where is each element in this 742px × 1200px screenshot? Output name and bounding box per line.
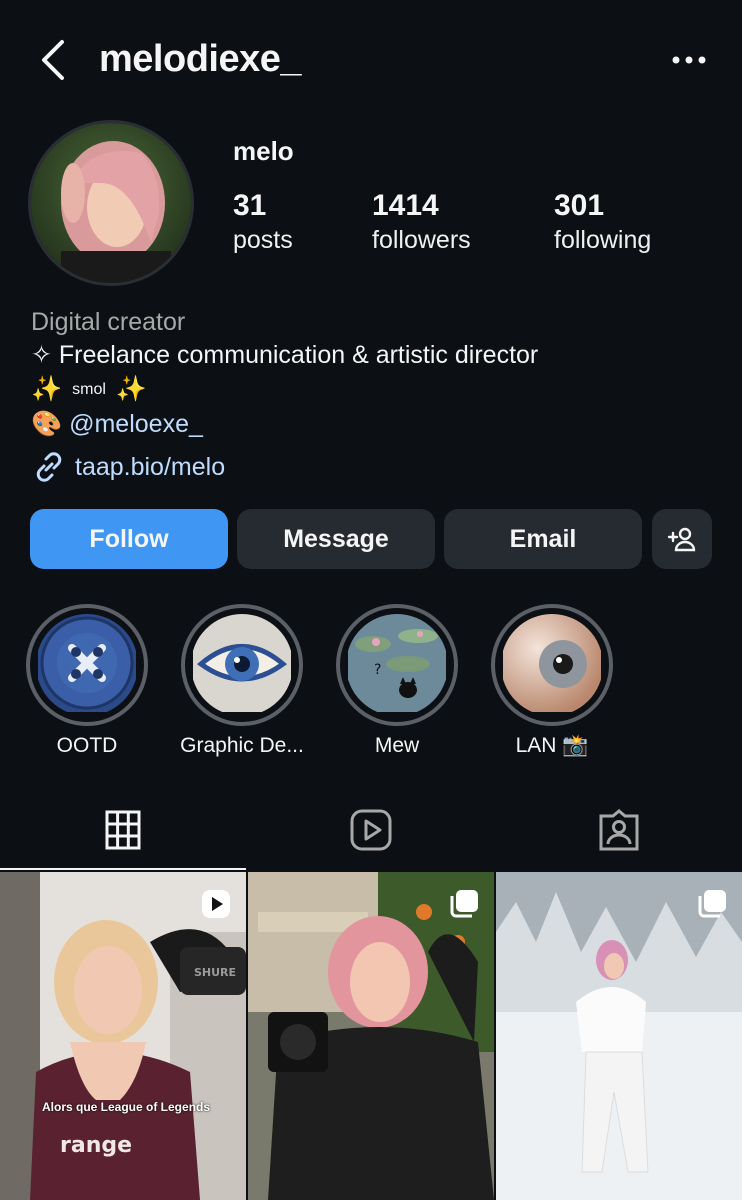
grid-icon [105, 810, 141, 850]
bio-link-row[interactable]: taap.bio/melo [31, 449, 721, 485]
chevron-left-icon [42, 40, 64, 80]
tab-tagged[interactable] [496, 790, 742, 870]
stat-posts-label: posts [233, 226, 293, 254]
stat-following-label: following [554, 226, 652, 254]
bio-mention-link[interactable]: @meloexe_ [69, 410, 203, 438]
stat-followers[interactable]: 1414 followers [372, 188, 471, 256]
svg-text:?: ? [374, 662, 381, 678]
highlight-label: Graphic De... [180, 734, 304, 757]
bio-line-3: 🎨 @meloexe_ [31, 407, 721, 441]
highlight-label: OOTD [56, 734, 118, 757]
carousel-badge-icon [450, 890, 478, 918]
email-button[interactable]: Email [444, 509, 642, 569]
stat-posts[interactable]: 31 posts [233, 188, 293, 256]
highlight-graphic-design[interactable]: Graphic De... [180, 604, 304, 758]
profile-avatar[interactable] [28, 120, 194, 286]
suggested-people-button[interactable] [652, 509, 712, 569]
message-button[interactable]: Message [237, 509, 435, 569]
post-tile[interactable] [496, 872, 742, 1200]
follow-button[interactable]: Follow [30, 509, 228, 569]
highlight-ring [491, 604, 613, 726]
bio-external-link[interactable]: taap.bio/melo [75, 453, 225, 482]
highlight-label: Mew [374, 734, 420, 757]
back-button[interactable] [34, 38, 74, 82]
highlight-ring [26, 604, 148, 726]
svg-text:range: range [60, 1133, 132, 1158]
palette-emoji: 🎨 [31, 410, 63, 439]
highlight-ring: ? [336, 604, 458, 726]
stat-followers-label: followers [372, 226, 471, 254]
sparkles-emoji: ✨ [115, 375, 148, 403]
post-grid: SHURE range Alors que League of Legends [0, 872, 742, 1200]
highlight-ring [181, 604, 303, 726]
highlight-ootd[interactable]: OOTD [25, 604, 149, 758]
active-tab-indicator [0, 868, 246, 870]
tab-grid[interactable] [0, 790, 246, 870]
bio-line-1: ✧ Freelance communication & artistic dir… [31, 341, 539, 369]
carousel-badge-icon [698, 890, 726, 918]
highlight-mew[interactable]: ? Mew [335, 604, 459, 758]
profile-bio: Digital creator ✧ Freelance communicatio… [31, 306, 721, 485]
stat-following[interactable]: 301 following [554, 188, 651, 256]
stat-followers-count: 1414 [372, 189, 439, 222]
profile-header: melodiexe_ [0, 0, 742, 120]
link-icon [36, 452, 62, 483]
add-person-icon [667, 527, 696, 552]
highlight-lan[interactable]: LAN 📸 [490, 604, 614, 758]
reel-badge-icon [202, 890, 230, 918]
reels-icon [350, 809, 392, 851]
more-options-button[interactable] [668, 50, 712, 70]
post-caption: Alors que League of Legends [42, 1100, 211, 1114]
bio-line-2: ✨ smol ✨ [31, 372, 721, 407]
sparkles-emoji: ✨ [31, 375, 63, 403]
post-tile[interactable] [248, 872, 494, 1200]
post-tile[interactable]: SHURE range Alors que League of Legends [0, 872, 246, 1200]
tab-reels[interactable] [248, 790, 494, 870]
more-horizontal-icon [672, 56, 706, 64]
bio-smol: smol [72, 381, 106, 399]
svg-text:SHURE: SHURE [194, 966, 236, 979]
highlight-label: LAN 📸 [515, 734, 589, 757]
tagged-icon [599, 809, 639, 851]
profile-username: melodiexe_ [99, 38, 302, 80]
stat-posts-count: 31 [233, 189, 267, 222]
profile-category: Digital creator [31, 308, 186, 336]
stat-following-count: 301 [554, 189, 605, 222]
profile-display-name: melo [233, 136, 294, 166]
profile-tabs [0, 790, 742, 870]
